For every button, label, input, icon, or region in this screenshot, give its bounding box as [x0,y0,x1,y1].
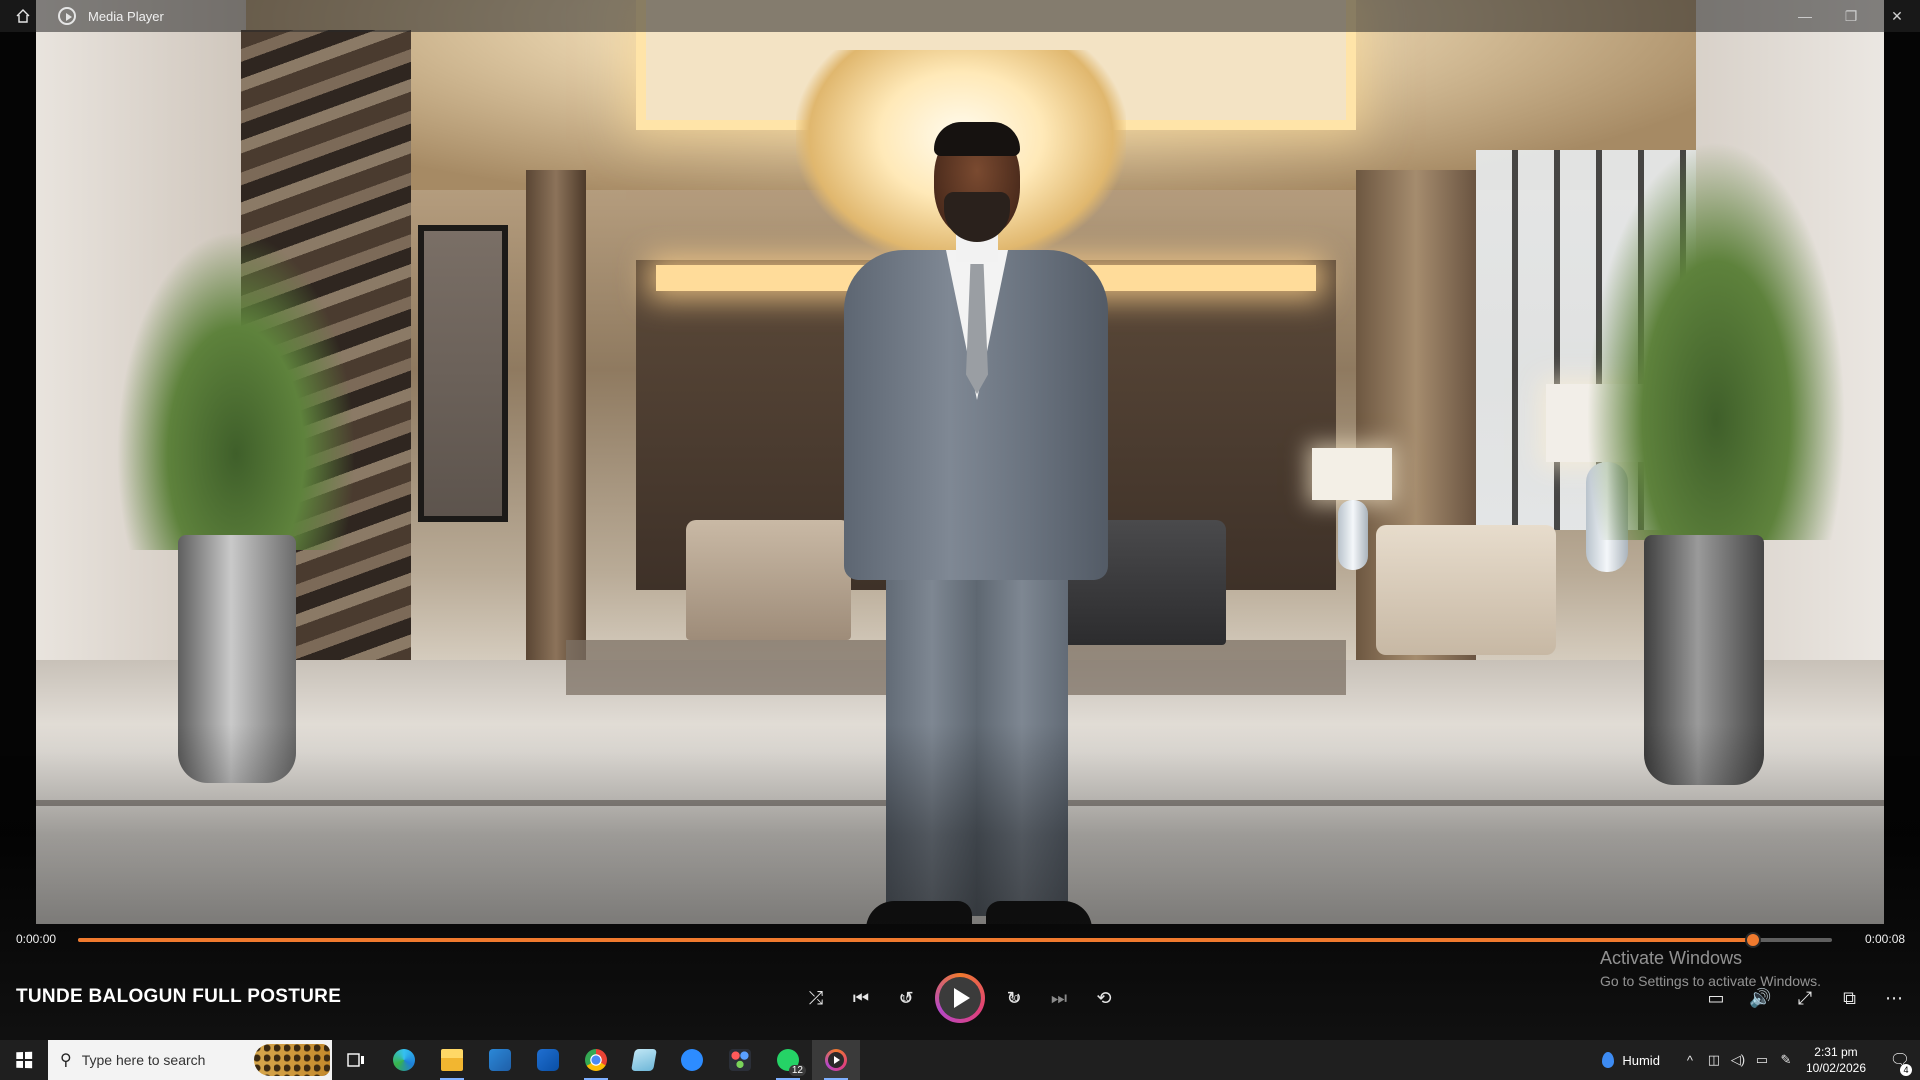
taskbar-outlook[interactable] [524,1040,572,1080]
miniplayer-icon: ⧉ [1843,987,1856,1008]
secondary-controls: ▭ 🔊 ⤢ ⧉ ⋯ [1700,982,1910,1014]
fullscreen-icon: ⤢ [1797,987,1813,1008]
restore-button[interactable]: ❐ [1828,0,1874,32]
skip-back-button[interactable]: ↺ 10 [890,982,922,1014]
media-player-app-icon [58,7,76,25]
clock-date: 10/02/2026 [1805,1061,1866,1075]
taskbar: ⚲ Type here to search 12 Humid ^ ◫ ◁) ▭ … [0,1040,1920,1080]
minimize-icon: — [1798,8,1812,24]
playback-controls: ⤮ ⏮ ↺ 10 ↻ 30 ⏭ ⟲ [800,972,1120,1024]
windows-logo-icon [16,1051,33,1069]
search-placeholder: Type here to search [81,1052,206,1068]
fullscreen-button[interactable]: ⤢ [1789,982,1821,1014]
taskbar-microsoft-store[interactable] [476,1040,524,1080]
more-icon: ⋯ [1885,987,1903,1008]
media-player-icon [825,1049,847,1071]
repeat-button[interactable]: ⟲ [1088,982,1120,1014]
taskbar-media-player[interactable] [812,1040,860,1080]
taskbar-chrome[interactable] [572,1040,620,1080]
total-time: 0:00:08 [1865,932,1906,946]
previous-icon: ⏮ [852,987,870,1008]
window-title: Media Player [88,8,164,24]
outlook-icon [537,1049,559,1071]
restore-icon: ❐ [1844,7,1858,24]
taskbar-notepad[interactable] [620,1040,668,1080]
shuffle-button[interactable]: ⤮ [800,982,832,1014]
clock[interactable]: 2:31 pm 10/02/2026 [1806,1044,1866,1076]
current-time: 0:00:00 [16,932,57,946]
weather-widget[interactable]: Humid [1602,1052,1660,1068]
speaker-icon[interactable]: ◁) [1726,1052,1750,1068]
home-icon [16,9,30,23]
play-button-inner [939,977,981,1019]
task-view-button[interactable] [332,1040,380,1080]
taskbar-zoom[interactable] [668,1040,716,1080]
close-button[interactable]: ✕ [1874,0,1920,32]
media-player-window: Media Player — ❐ ✕ 0:00:00 0:00:08 Activ… [0,0,1920,1040]
scene-painting [418,225,508,522]
taskbar-file-explorer[interactable] [428,1040,476,1080]
scene-lamp-base-1 [1338,500,1368,570]
minimize-button[interactable]: — [1782,0,1828,32]
person-hair [934,122,1020,156]
store-icon [489,1049,511,1071]
davinci-icon [729,1049,751,1071]
whatsapp-unread-badge: 12 [788,1065,806,1076]
previous-button[interactable]: ⏮ [845,982,877,1014]
scene-plant-left [116,230,356,550]
next-icon: ⏭ [1050,987,1068,1008]
system-tray: Humid ^ ◫ ◁) ▭ ✎ 2:31 pm 10/02/2026 🗨 4 [1602,1040,1920,1080]
scene-armchair [1376,525,1556,655]
notification-center-button[interactable]: 🗨 4 [1880,1050,1920,1076]
zoom-icon [681,1049,703,1071]
seek-bar-thumb[interactable] [1745,932,1762,948]
search-icon: ⚲ [60,1052,72,1069]
miniplayer-button[interactable]: ⧉ [1834,982,1866,1014]
volume-icon: 🔊 [1749,987,1772,1008]
taskbar-search-box[interactable]: ⚲ Type here to search [48,1040,332,1080]
scene-pillar-left-inner [526,170,586,690]
volume-button[interactable]: 🔊 [1745,982,1777,1014]
task-view-icon [347,1053,364,1067]
taskbar-apps: 12 [332,1040,860,1080]
search-highlight-leopard-icon[interactable] [254,1044,330,1076]
captions-button[interactable]: ▭ [1700,982,1732,1014]
scene-plant-right [1586,140,1846,540]
skip-forward-seconds: 30 [1009,994,1019,1003]
repeat-icon: ⟲ [1096,987,1112,1008]
captions-icon: ▭ [1707,987,1725,1008]
humidity-drop-icon [1602,1052,1615,1068]
weather-label: Humid [1622,1052,1660,1068]
edge-icon [393,1049,415,1071]
meet-now-icon[interactable]: ◫ [1702,1052,1726,1068]
close-icon: ✕ [1891,7,1903,24]
skip-back-seconds: 10 [901,994,911,1003]
clock-time: 2:31 pm [1814,1045,1858,1059]
skip-forward-button[interactable]: ↻ 30 [998,982,1030,1014]
notification-count: 4 [1900,1064,1912,1076]
network-icon[interactable]: ▭ [1750,1052,1774,1068]
seek-bar-progress [78,938,1754,942]
play-button[interactable] [935,973,985,1023]
folder-icon [441,1049,463,1071]
chrome-icon [585,1049,607,1071]
taskbar-edge[interactable] [380,1040,428,1080]
show-hidden-icons-button[interactable]: ^ [1678,1053,1702,1068]
watermark-line-1: Activate Windows [1600,948,1743,968]
seek-bar[interactable] [78,932,1832,948]
notepad-icon [631,1049,657,1071]
shuffle-icon: ⤮ [808,987,824,1008]
scene-lamp-shade-1 [1312,448,1392,500]
next-button[interactable]: ⏭ [1043,982,1075,1014]
title-bar: Media Player — ❐ ✕ [0,0,1920,32]
more-options-button[interactable]: ⋯ [1878,982,1910,1014]
person-beard [944,192,1010,242]
home-button[interactable] [0,0,46,32]
taskbar-davinci[interactable] [716,1040,764,1080]
taskbar-whatsapp[interactable]: 12 [764,1040,812,1080]
start-button[interactable] [0,1040,48,1080]
media-title: TUNDE BALOGUN FULL POSTURE [16,986,342,1007]
play-icon [954,988,970,1008]
pen-icon[interactable]: ✎ [1774,1052,1798,1068]
